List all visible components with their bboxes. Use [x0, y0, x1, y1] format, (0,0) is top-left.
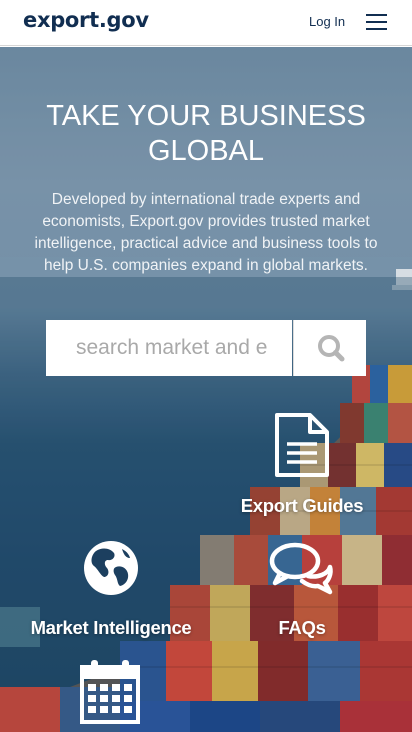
tile-faqs[interactable]: FAQs — [240, 537, 364, 645]
search-bar — [46, 320, 366, 376]
document-icon — [275, 413, 329, 477]
site-logo[interactable]: export.gov — [23, 8, 149, 32]
chat-bubbles-icon — [269, 542, 333, 595]
calendar-icon — [80, 660, 140, 724]
search-icon — [318, 335, 345, 362]
tile-label: Market Intelligence — [30, 617, 192, 638]
hamburger-menu-icon[interactable] — [364, 12, 388, 32]
hero-title: TAKE YOUR BUSINESS GLOBAL — [46, 100, 366, 167]
login-link[interactable]: Log In — [309, 14, 345, 29]
globe-icon — [84, 541, 138, 595]
search-input[interactable] — [46, 320, 292, 376]
hero-section: TAKE YOUR BUSINESS GLOBAL Developed by i… — [0, 47, 412, 732]
tile-market-intelligence[interactable]: Market Intelligence — [30, 537, 192, 645]
search-button[interactable] — [293, 320, 366, 376]
tile-export-guides[interactable]: Export Guides — [240, 409, 364, 521]
tile-label: FAQs — [278, 617, 326, 638]
hero-description: Developed by international trade experts… — [34, 191, 378, 274]
tile-calendar[interactable] — [62, 659, 158, 732]
site-header: export.gov Log In — [0, 0, 412, 46]
tile-label: Export Guides — [240, 495, 364, 516]
